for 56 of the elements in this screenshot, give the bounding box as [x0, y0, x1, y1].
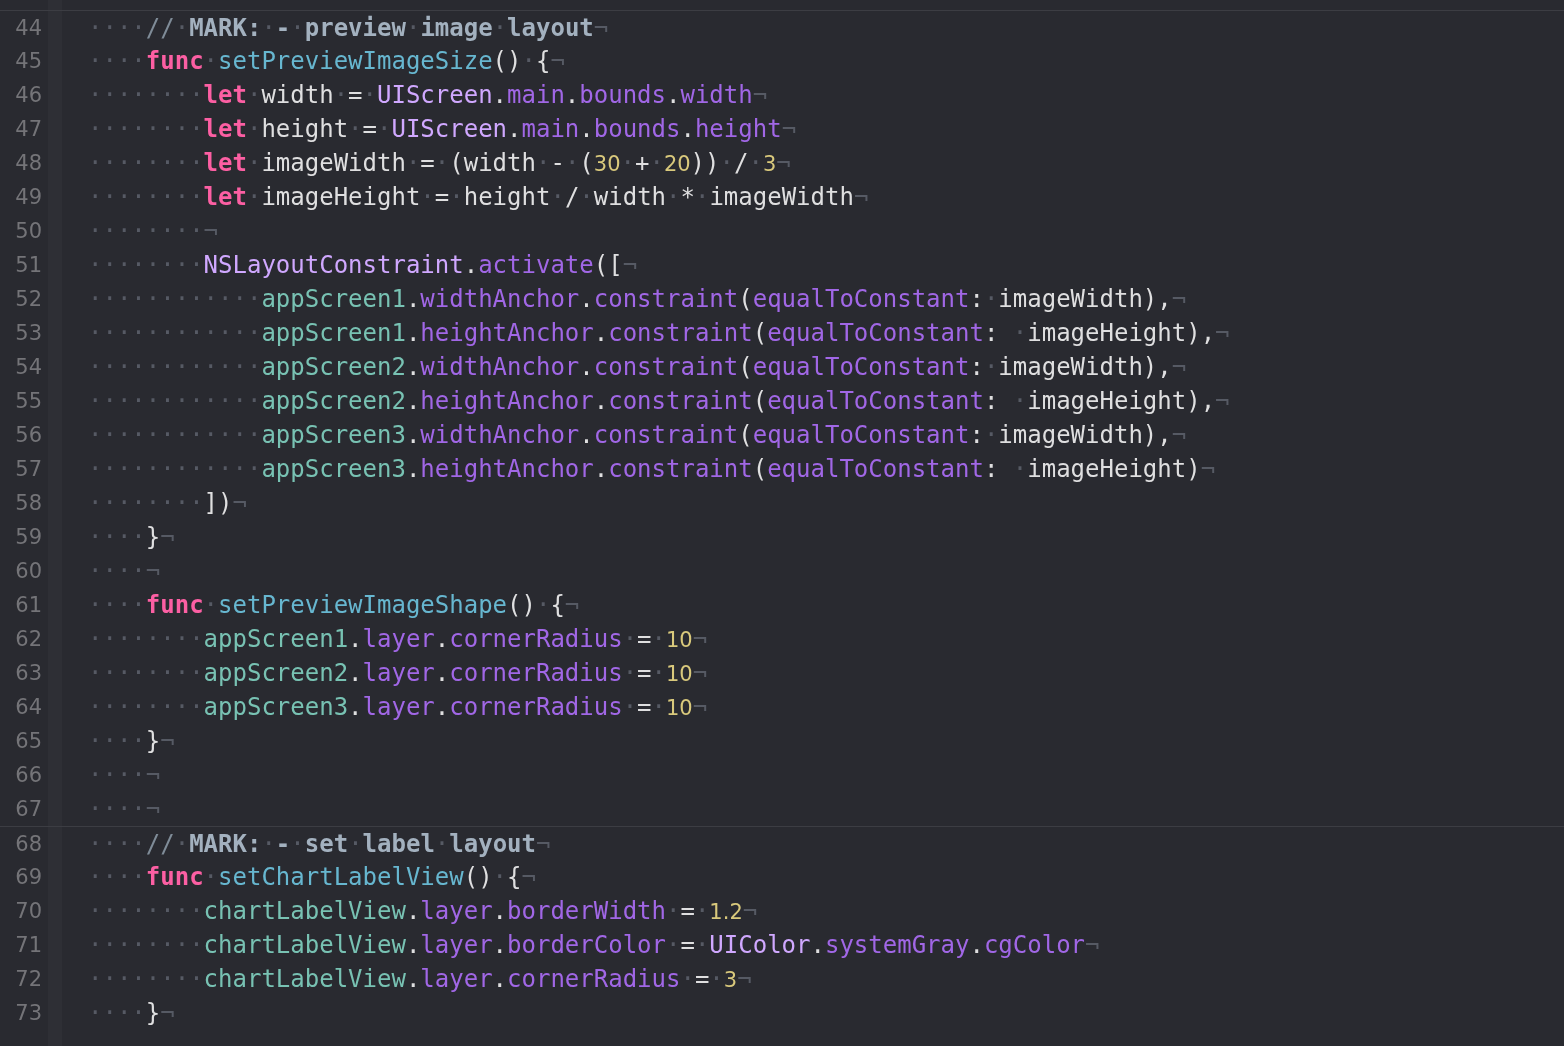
line-number: 44 — [14, 15, 42, 40]
line-number: 56 — [14, 423, 42, 447]
code-line[interactable]: ····//·MARK:·-·set·label·layout¬ — [88, 829, 551, 858]
code-line[interactable]: ············appScreen1.widthAnchor.constraint(equalToConstant:·imageWidth),¬ — [88, 285, 1187, 313]
line-number: 65 — [14, 729, 42, 753]
line-number: 58 — [14, 491, 42, 515]
line-number: 52 — [14, 287, 42, 311]
code-line[interactable]: ····}¬ — [88, 999, 175, 1027]
line-number: 66 — [14, 763, 42, 787]
line-number: 61 — [14, 593, 42, 617]
code-line[interactable]: ····func·setChartLabelView()·{¬ — [88, 863, 536, 891]
line-number: 45 — [14, 49, 42, 73]
code-line[interactable]: ············appScreen3.widthAnchor.constraint(equalToConstant:·imageWidth),¬ — [88, 421, 1187, 449]
line-number: 64 — [14, 695, 42, 719]
line-number: 59 — [14, 525, 42, 549]
line-number: 73 — [14, 1001, 42, 1025]
line-number: 60 — [14, 559, 42, 583]
code-line[interactable]: ····func·setPreviewImageShape()·{¬ — [88, 591, 580, 619]
code-line[interactable]: ············appScreen1.heightAnchor.constraint(equalToConstant: ·imageHeight),¬ — [88, 319, 1230, 347]
code-line[interactable]: ········let·width·=·UIScreen.main.bounds.width¬ — [88, 81, 768, 109]
line-number: 51 — [14, 253, 42, 277]
code-line[interactable]: ········appScreen3.layer.cornerRadius·=·10¬ — [88, 693, 708, 721]
line-number: 48 — [14, 151, 42, 175]
code-line[interactable]: ············appScreen3.heightAnchor.constraint(equalToConstant: ·imageHeight)¬ — [88, 455, 1216, 483]
code-line[interactable]: ····}¬ — [88, 727, 175, 755]
code-line[interactable]: ············appScreen2.heightAnchor.constraint(equalToConstant: ·imageHeight),¬ — [88, 387, 1230, 415]
code-line[interactable]: ············appScreen2.widthAnchor.constraint(equalToConstant:·imageWidth),¬ — [88, 353, 1187, 381]
code-line[interactable]: ········chartLabelView.layer.borderColor·=·UIColor.systemGray.cgColor¬ — [88, 931, 1100, 959]
line-number: 46 — [14, 83, 42, 107]
code-line[interactable]: ········NSLayoutConstraint.activate([¬ — [88, 251, 638, 279]
line-number: 72 — [14, 967, 42, 991]
code-line[interactable]: ········let·imageWidth·=·(width·-·(30·+·20))·/·3¬ — [88, 149, 791, 177]
line-number: 53 — [14, 321, 42, 345]
line-number: 68 — [14, 831, 42, 856]
line-number: 54 — [14, 355, 42, 379]
code-line[interactable]: ········let·imageHeight·=·height·/·width·*·imageWidth¬ — [88, 183, 869, 211]
code-line[interactable]: ········let·height·=·UIScreen.main.bounds.height¬ — [88, 115, 797, 143]
line-number: 71 — [14, 933, 42, 957]
line-number: 70 — [14, 899, 42, 923]
code-line[interactable]: ········])¬ — [88, 489, 247, 517]
line-number: 63 — [14, 661, 42, 685]
line-number: 50 — [14, 219, 42, 243]
code-line[interactable]: ········chartLabelView.layer.cornerRadius·=·3¬ — [88, 965, 752, 993]
code-line[interactable]: ········appScreen1.layer.cornerRadius·=·10¬ — [88, 625, 708, 653]
line-number: 57 — [14, 457, 42, 481]
code-line[interactable]: ····}¬ — [88, 523, 175, 551]
code-line[interactable]: ····func·setPreviewImageSize()·{¬ — [88, 47, 565, 75]
line-number: 69 — [14, 865, 42, 889]
code-line[interactable]: ····//·MARK:·-·preview·image·layout¬ — [88, 13, 609, 42]
line-number: 55 — [14, 389, 42, 413]
line-number: 47 — [14, 117, 42, 141]
code-line[interactable]: ········appScreen2.layer.cornerRadius·=·10¬ — [88, 659, 708, 687]
code-line[interactable]: ········chartLabelView.layer.borderWidth·=·1.2¬ — [88, 897, 758, 925]
line-number: 67 — [14, 797, 42, 821]
line-number: 62 — [14, 627, 42, 651]
line-number: 49 — [14, 185, 42, 209]
